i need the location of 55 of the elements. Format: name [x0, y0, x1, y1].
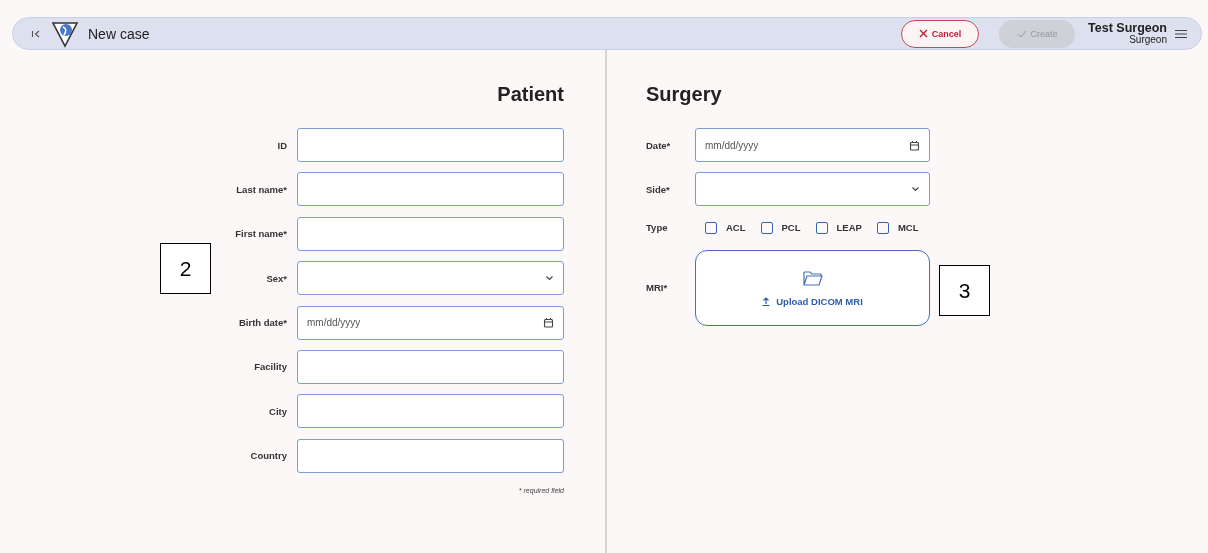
field-label: City: [268, 405, 287, 417]
menu-icon: [1175, 28, 1187, 39]
checkbox[interactable]: [815, 221, 828, 234]
field-label: Date*: [646, 139, 672, 151]
upload-dropzone[interactable]: Upload DICOM MRI: [695, 250, 930, 327]
field-label: Sex*: [265, 272, 287, 284]
checkbox-option[interactable]: PCL: [760, 221, 801, 234]
date-field[interactable]: mm/dd/yyyy: [297, 305, 564, 340]
input-field[interactable]: [297, 128, 564, 162]
select-field[interactable]: [695, 172, 930, 207]
collapse-button[interactable]: [31, 28, 41, 39]
date-field[interactable]: mm/dd/yyyy: [695, 128, 930, 162]
chevron-down-icon: [545, 274, 554, 283]
input-field[interactable]: [297, 438, 564, 473]
input-field[interactable]: [297, 216, 564, 251]
field-label: Last name*: [235, 183, 287, 195]
field-label: First name*: [234, 228, 287, 240]
folder-icon: [802, 269, 823, 286]
close-icon: [918, 29, 928, 38]
checkbox-option[interactable]: MCL: [876, 221, 919, 234]
callout-number: 2: [160, 243, 211, 294]
upload-icon: [762, 296, 771, 306]
check-icon: [1016, 29, 1027, 38]
section-heading: Patient: [496, 83, 564, 106]
upload-button[interactable]: Upload DICOM MRI: [762, 295, 863, 307]
page-title: New case: [88, 25, 150, 42]
user-name: Test Surgeon: [1088, 21, 1167, 35]
collapse-icon: [31, 28, 41, 39]
field-label: MRI*: [646, 282, 669, 294]
cancel-button[interactable]: Cancel: [901, 19, 980, 48]
input-field[interactable]: [297, 172, 564, 207]
calendar-icon: [909, 139, 920, 151]
chevron-down-icon: [911, 185, 920, 194]
date-placeholder: mm/dd/yyyy: [307, 317, 361, 329]
date-placeholder: mm/dd/yyyy: [705, 139, 759, 151]
checkbox[interactable]: [876, 221, 889, 234]
input-field[interactable]: [297, 394, 564, 429]
field-label: Birth date*: [237, 317, 287, 329]
field-label: ID: [276, 139, 287, 151]
checkbox[interactable]: [760, 221, 773, 234]
field-label: Type: [646, 222, 669, 234]
logo-icon: [51, 19, 79, 48]
field-label: Country: [249, 450, 287, 462]
field-label: Side*: [646, 183, 671, 195]
callout-number: 3: [939, 265, 990, 316]
checkbox-option[interactable]: ACL: [705, 221, 746, 234]
user-role: Surgeon: [1129, 35, 1167, 46]
input-field[interactable]: [297, 349, 564, 384]
checkbox-option[interactable]: LEAP: [815, 221, 862, 234]
field-label: Facility: [253, 361, 287, 373]
menu-button[interactable]: [1175, 28, 1187, 39]
calendar-icon: [543, 317, 554, 329]
checkbox[interactable]: [705, 221, 717, 234]
section-heading: Surgery: [646, 83, 723, 106]
select-field[interactable]: [297, 261, 564, 296]
